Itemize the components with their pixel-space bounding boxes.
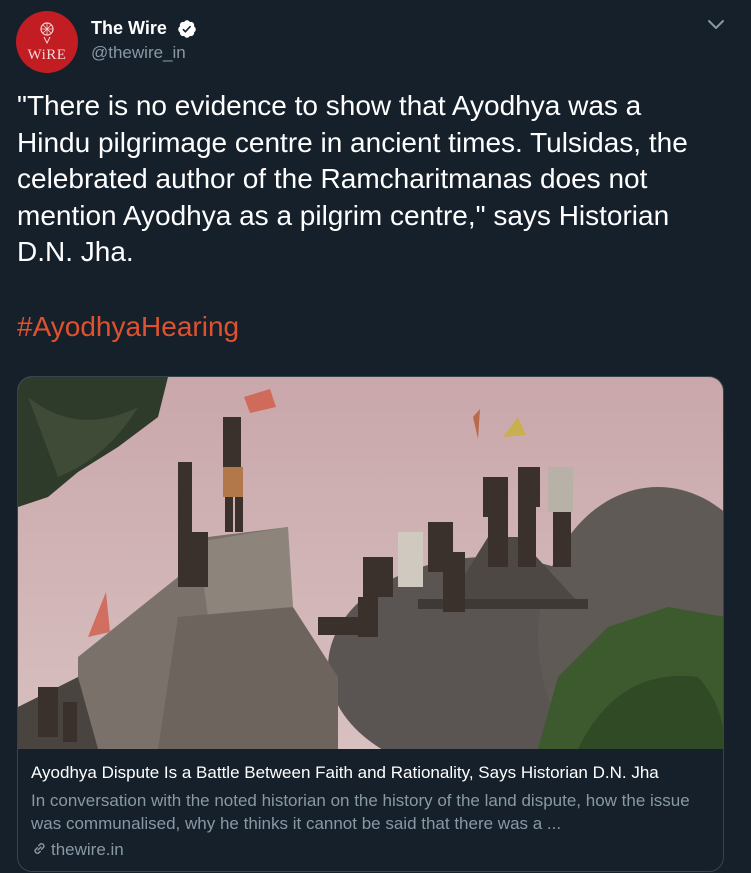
avatar-logo-text: WiRE <box>27 47 67 63</box>
author-name[interactable]: The Wire <box>91 18 167 39</box>
hashtag-link[interactable]: #AyodhyaHearing <box>17 311 239 343</box>
wire-logo-ornament-icon <box>40 22 54 45</box>
link-preview-card[interactable]: Ayodhya Dispute Is a Battle Between Fait… <box>17 376 724 872</box>
author-handle[interactable]: @thewire_in <box>91 43 186 63</box>
card-domain[interactable]: thewire.in <box>31 840 124 860</box>
link-icon <box>34 843 45 854</box>
tweet-text: "There is no evidence to show that Ayodh… <box>17 90 688 267</box>
card-body[interactable]: Ayodhya Dispute Is a Battle Between Fait… <box>18 749 723 871</box>
card-image[interactable] <box>18 377 724 749</box>
avatar[interactable]: WiRE <box>16 11 78 73</box>
verified-badge-icon <box>178 20 196 38</box>
chevron-down-icon[interactable] <box>707 18 725 32</box>
card-domain-text: thewire.in <box>51 840 124 859</box>
card-description: In conversation with the noted historian… <box>31 791 690 833</box>
card-title[interactable]: Ayodhya Dispute Is a Battle Between Fait… <box>31 763 659 783</box>
